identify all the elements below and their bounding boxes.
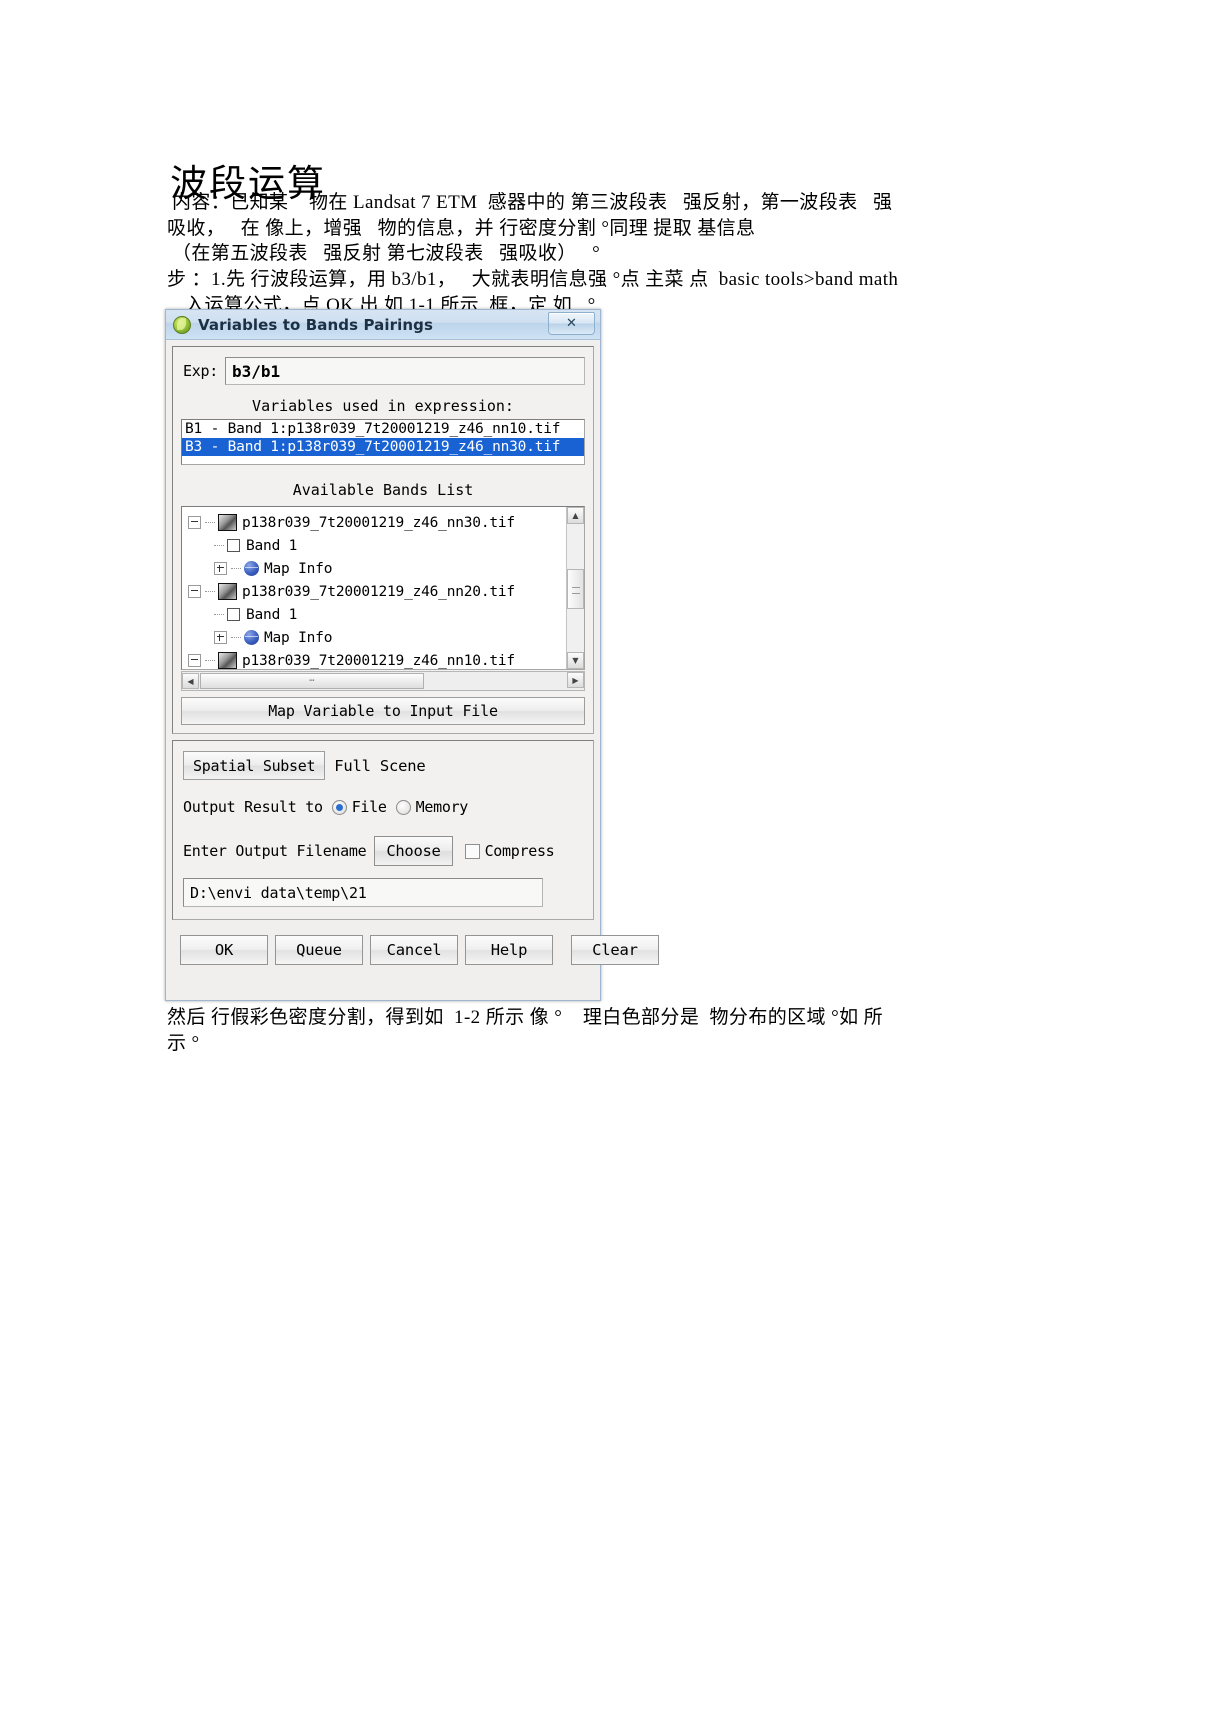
tree-item-label: p138r039_7t20001219_z46_nn30.tif: [242, 514, 515, 531]
envi-dialog-window: Variables to Bands Pairings ✕ Exp: b3/b1…: [165, 309, 659, 1001]
raster-icon: [218, 583, 237, 600]
output-filename-label: Enter Output Filename: [183, 842, 367, 860]
output-result-row: Output Result to File Memory: [183, 798, 583, 816]
list-item[interactable]: B1 - Band 1:p138r039_7t20001219_z46_nn10…: [182, 420, 584, 438]
radio-output-file[interactable]: [331, 799, 347, 815]
paragraph-line-4: 步 ：1.先 行波段运算，用 b3/b1， 大就表明信息强 °点 主菜 点 ba…: [167, 269, 899, 290]
tree-item-label: p138r039_7t20001219_z46_nn10.tif: [242, 652, 515, 669]
paragraph-line-1: 内容：已知某 物在 Landsat 7 ETM 感器中的 第三波段表 强反射，第…: [172, 192, 893, 213]
radio-memory-label: Memory: [415, 798, 469, 816]
scroll-thumb-vertical[interactable]: [567, 569, 584, 609]
tree-item-band[interactable]: Band 1: [188, 603, 584, 626]
dialog-button-bar: OK Queue Cancel Help Clear: [166, 926, 659, 975]
tree-item-label: Band 1: [246, 537, 298, 554]
expand-plus-icon[interactable]: [214, 562, 227, 575]
globe-icon: [244, 630, 259, 645]
radio-output-memory[interactable]: [395, 799, 411, 815]
paragraph-bottom-line-2: 示 °: [167, 1033, 200, 1054]
band-checkbox-icon[interactable]: [227, 539, 240, 552]
output-result-label: Output Result to: [183, 798, 323, 816]
tree-item-file[interactable]: p138r039_7t20001219_z46_nn10.tif: [188, 649, 584, 669]
tree-line: [214, 614, 224, 615]
compress-label: Compress: [484, 842, 555, 860]
choose-button[interactable]: Choose: [374, 836, 453, 866]
output-options-panel: Spatial Subset Full Scene Output Result …: [172, 740, 594, 920]
tree-vertical-scrollbar[interactable]: ▲ ▼: [566, 507, 584, 669]
paragraph-bottom-line-1: 然后 行假彩色密度分割，得到如 1-2 所示 像 ° 理白色部分是 物分布的区域…: [167, 1007, 884, 1028]
tree-line: [205, 522, 215, 523]
available-bands-tree[interactable]: p138r039_7t20001219_z46_nn30.tif Band 1 …: [181, 506, 585, 670]
collapse-minus-icon[interactable]: [188, 516, 201, 529]
scroll-down-icon[interactable]: ▼: [567, 652, 584, 669]
variables-caption: Variables used in expression:: [252, 397, 514, 415]
globe-icon: [244, 561, 259, 576]
tree-line: [205, 591, 215, 592]
help-button[interactable]: Help: [465, 935, 553, 965]
expression-panel: Exp: b3/b1 Variables used in expression:…: [172, 346, 594, 734]
available-bands-caption: Available Bands List: [292, 481, 474, 499]
tree-item-mapinfo[interactable]: Map Info: [188, 626, 584, 649]
queue-button[interactable]: Queue: [275, 935, 363, 965]
expression-row: Exp: b3/b1: [173, 347, 593, 391]
variables-list[interactable]: B1 - Band 1:p138r039_7t20001219_z46_nn10…: [181, 419, 585, 465]
expand-plus-icon[interactable]: [214, 631, 227, 644]
tree-line: [231, 637, 241, 638]
tree-item-file[interactable]: p138r039_7t20001219_z46_nn30.tif: [188, 511, 584, 534]
tree-item-label: p138r039_7t20001219_z46_nn20.tif: [242, 583, 515, 600]
output-filename-input[interactable]: D:\envi data\temp\21: [183, 878, 543, 907]
tree-item-label: Map Info: [264, 560, 333, 577]
collapse-minus-icon[interactable]: [188, 585, 201, 598]
compress-checkbox[interactable]: [464, 843, 480, 859]
ok-button[interactable]: OK: [180, 935, 268, 965]
tree-horizontal-scrollbar[interactable]: ◀ ⋯ ▶: [181, 671, 585, 691]
scroll-left-icon[interactable]: ◀: [182, 673, 199, 689]
tree-line: [231, 568, 241, 569]
tree-item-file[interactable]: p138r039_7t20001219_z46_nn20.tif: [188, 580, 584, 603]
scroll-thumb-horizontal[interactable]: ⋯: [200, 673, 424, 689]
raster-icon: [218, 652, 237, 669]
output-filename-row: Enter Output Filename Choose Compress: [183, 836, 583, 866]
map-variable-to-input-file-button[interactable]: Map Variable to Input File: [181, 697, 585, 725]
spatial-subset-value: Full Scene: [334, 756, 426, 775]
tree-item-label: Band 1: [246, 606, 298, 623]
band-checkbox-icon[interactable]: [227, 608, 240, 621]
scroll-up-icon[interactable]: ▲: [567, 507, 584, 524]
paragraph-line-3: （在第五波段表 强反射 第七波段表 强吸收） °: [172, 243, 601, 264]
expression-label: Exp:: [183, 362, 218, 380]
expression-input[interactable]: b3/b1: [224, 357, 585, 385]
collapse-minus-icon[interactable]: [188, 654, 201, 667]
spatial-subset-row: Spatial Subset Full Scene: [183, 751, 583, 780]
tree-item-band[interactable]: Band 1: [188, 534, 584, 557]
raster-icon: [218, 514, 237, 531]
close-icon[interactable]: ✕: [548, 312, 595, 335]
tree-line: [214, 545, 224, 546]
clear-button[interactable]: Clear: [571, 935, 659, 965]
tree-line: [205, 660, 215, 661]
tree-item-label: Map Info: [264, 629, 333, 646]
dialog-title: Variables to Bands Pairings: [198, 315, 434, 334]
document-page: 波段运算 内容：已知某 物在 Landsat 7 ETM 感器中的 第三波段表 …: [0, 0, 1214, 1719]
tree-item-mapinfo[interactable]: Map Info: [188, 557, 584, 580]
paragraph-line-2: 吸收， 在 像上，增强 物的信息，并 行密度分割 °同理 提取 基信息: [167, 218, 756, 239]
list-item[interactable]: B3 - Band 1:p138r039_7t20001219_z46_nn30…: [182, 438, 584, 456]
radio-file-label: File: [351, 798, 387, 816]
envi-app-icon: [173, 315, 191, 334]
cancel-button[interactable]: Cancel: [370, 935, 458, 965]
spatial-subset-button[interactable]: Spatial Subset: [183, 751, 326, 780]
dialog-titlebar: Variables to Bands Pairings ✕: [166, 310, 600, 340]
scroll-right-icon[interactable]: ▶: [567, 672, 584, 688]
